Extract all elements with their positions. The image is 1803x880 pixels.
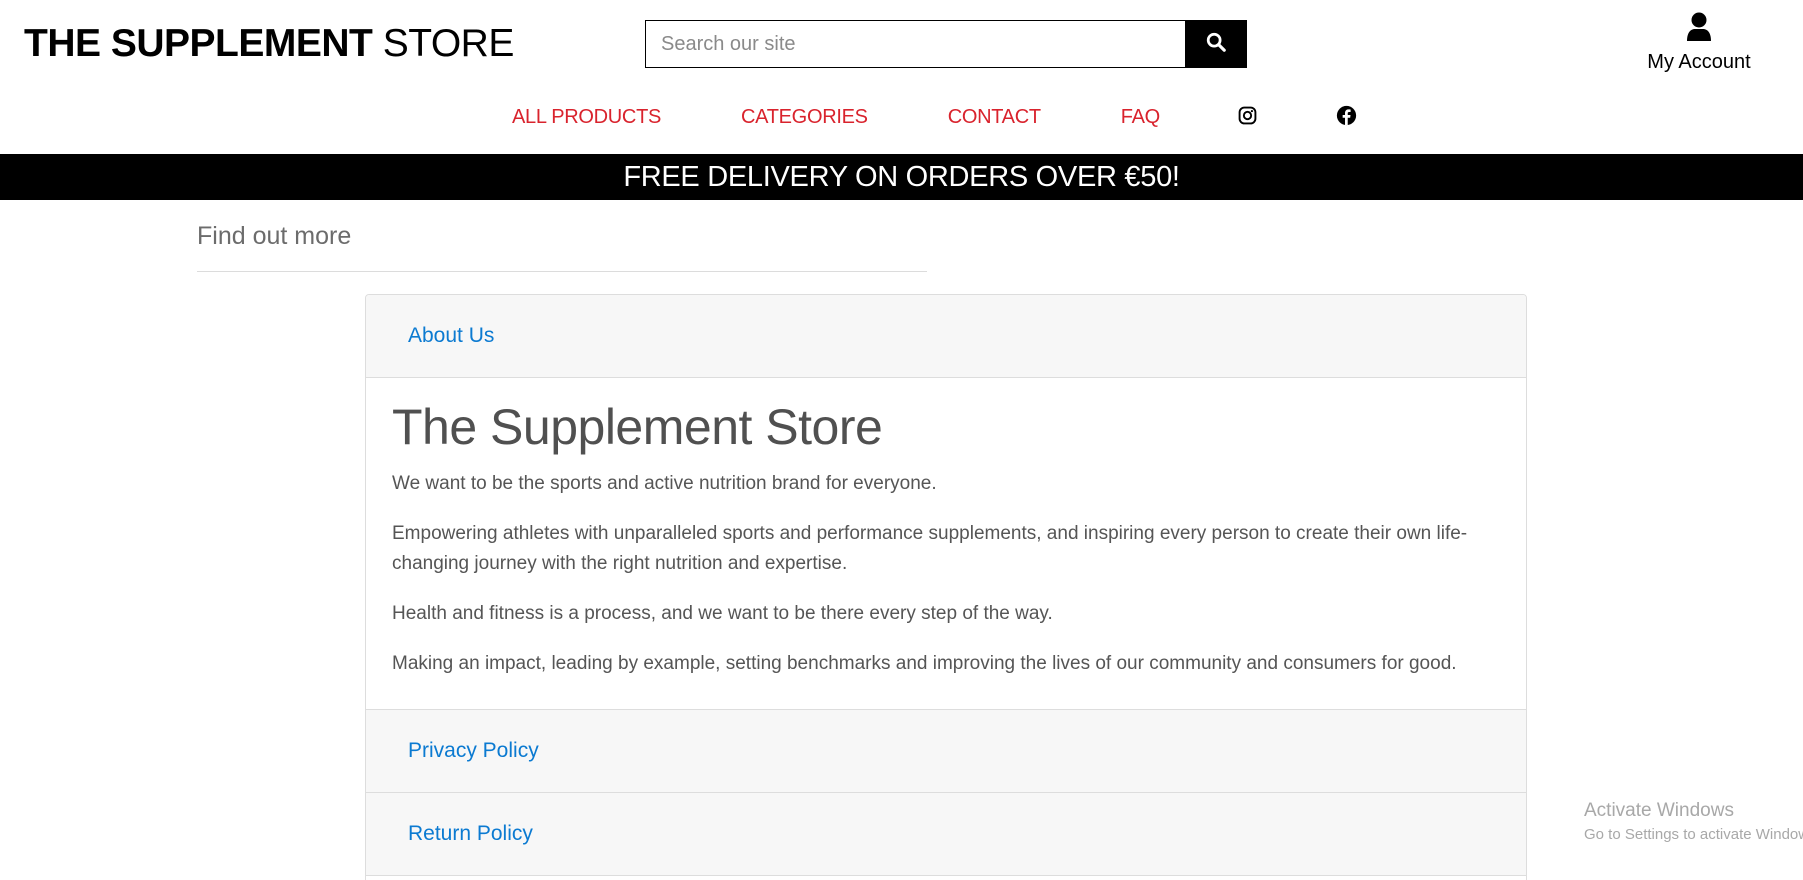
about-paragraph: Empowering athletes with unparalleled sp… xyxy=(392,523,1468,574)
nav-all-products[interactable]: ALL PRODUCTS xyxy=(512,106,661,129)
my-account-label: My Account xyxy=(1647,51,1751,73)
search-form xyxy=(645,20,1247,68)
main-nav: ALL PRODUCTS CATEGORIES CONTACT FAQ xyxy=(512,105,1358,131)
free-delivery-banner: FREE DELIVERY ON ORDERS OVER €50! xyxy=(0,154,1803,200)
nav-faq[interactable]: FAQ xyxy=(1121,106,1160,129)
about-us-toggle[interactable]: About Us xyxy=(408,324,494,348)
privacy-policy-toggle[interactable]: Privacy Policy xyxy=(408,739,539,763)
watermark-subtitle: Go to Settings to activate Windows. xyxy=(1584,826,1803,843)
section-title: Find out more xyxy=(197,222,352,250)
search-input[interactable] xyxy=(645,20,1185,68)
windows-activation-watermark: Activate Windows Go to Settings to activ… xyxy=(1584,800,1803,843)
facebook-link[interactable] xyxy=(1336,105,1358,131)
about-paragraph: We want to be the sports and active nutr… xyxy=(392,473,937,494)
accordion-header-return-policy[interactable]: Return Policy xyxy=(366,793,1526,876)
section-divider xyxy=(197,271,927,272)
nav-contact[interactable]: CONTACT xyxy=(948,106,1041,129)
user-icon xyxy=(1686,12,1712,46)
logo-bold-text: THE SUPPLEMENT xyxy=(24,22,373,65)
about-heading: The Supplement Store xyxy=(392,399,883,455)
instagram-link[interactable] xyxy=(1237,106,1259,130)
about-paragraph: Health and fitness is a process, and we … xyxy=(392,603,1053,624)
info-accordion: About Us The Supplement Store We want to… xyxy=(365,294,1527,880)
my-account-link[interactable]: My Account xyxy=(1640,12,1758,74)
search-button[interactable] xyxy=(1185,20,1247,68)
search-icon xyxy=(1205,31,1227,58)
accordion-header-about-us[interactable]: About Us xyxy=(366,295,1526,378)
about-us-panel: The Supplement Store We want to be the s… xyxy=(366,378,1526,710)
about-paragraph: Making an impact, leading by example, se… xyxy=(392,653,1457,674)
facebook-icon xyxy=(1336,105,1357,131)
accordion-header-privacy-policy[interactable]: Privacy Policy xyxy=(366,710,1526,793)
return-policy-toggle[interactable]: Return Policy xyxy=(408,822,533,846)
instagram-icon xyxy=(1238,106,1257,130)
watermark-title: Activate Windows xyxy=(1584,800,1734,821)
nav-categories[interactable]: CATEGORIES xyxy=(741,106,868,129)
logo-light-text: STORE xyxy=(382,22,515,65)
site-logo[interactable]: THE SUPPLEMENT STORE xyxy=(24,22,514,66)
